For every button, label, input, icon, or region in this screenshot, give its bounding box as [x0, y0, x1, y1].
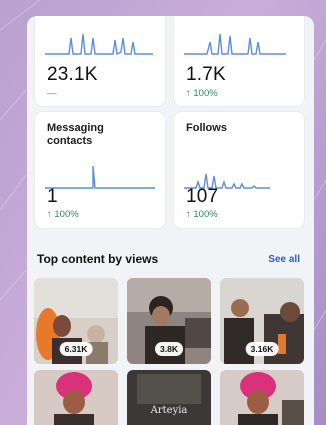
see-all-link[interactable]: See all	[268, 254, 300, 265]
metric-card-views[interactable]: 23.1K —	[35, 16, 165, 106]
metric-change: ↑ 100%	[186, 88, 218, 99]
metric-value: 107	[186, 186, 219, 207]
sparkline-chart	[45, 33, 153, 56]
metric-value: 1.7K	[186, 64, 226, 85]
view-count-badge: 6.31K	[59, 342, 93, 356]
metric-card-follows[interactable]: Follows 107 ↑ 100%	[174, 112, 304, 228]
content-thumbnail[interactable]: 6.31K	[34, 278, 118, 364]
content-thumbnail[interactable]	[220, 370, 304, 425]
metric-change: ↑ 100%	[47, 209, 79, 220]
view-count-badge: 3.8K	[155, 342, 183, 356]
content-thumbnail[interactable]: 3.16K	[220, 278, 304, 364]
insights-panel: 23.1K — 1.7K ↑ 100% Messaging contacts 1…	[27, 16, 314, 425]
video-thumbnail-image	[34, 370, 118, 425]
video-thumbnail-image	[220, 370, 304, 425]
metric-change: —	[47, 88, 57, 99]
content-thumbnail[interactable]	[34, 370, 118, 425]
content-thumbnail[interactable]: Arteyia	[127, 370, 211, 425]
content-thumbnail[interactable]: 3.8K	[127, 278, 211, 364]
top-content-heading: Top content by views	[37, 252, 159, 266]
metric-value: 23.1K	[47, 64, 98, 85]
video-thumbnail-image	[127, 370, 211, 425]
metric-card-interactions[interactable]: 1.7K ↑ 100%	[174, 16, 304, 106]
metric-title: Follows	[186, 122, 227, 134]
metric-title: Messaging contacts	[47, 122, 104, 147]
thumbnail-caption: Arteyia	[150, 405, 188, 416]
metric-value: 1	[47, 186, 58, 207]
metric-card-messaging-contacts[interactable]: Messaging contacts 1 ↑ 100%	[35, 112, 165, 228]
sparkline-chart	[184, 33, 286, 55]
view-count-badge: 3.16K	[245, 342, 279, 356]
metric-change: ↑ 100%	[186, 209, 218, 220]
